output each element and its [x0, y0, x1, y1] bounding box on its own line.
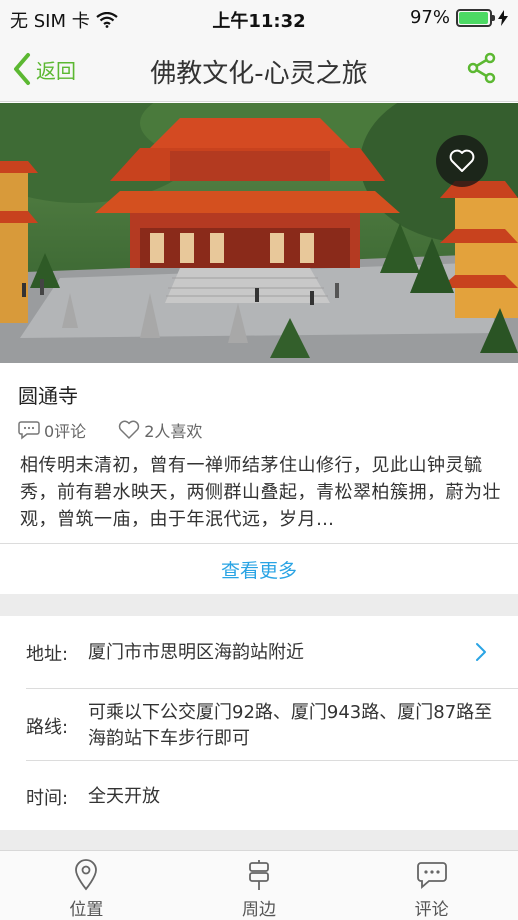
address-value: 厦门市市思明区海韵站附近: [88, 642, 304, 663]
navigation-bar: 返回 佛教文化-心灵之旅: [0, 36, 518, 102]
heart-outline-icon: [119, 420, 140, 439]
comment-icon: [18, 421, 40, 440]
tab-location-label: 位置: [69, 900, 104, 920]
like-count-label: 2人喜欢: [144, 422, 203, 441]
charging-bolt-icon: [498, 9, 508, 26]
hours-label: 时间:: [26, 788, 69, 809]
battery-fill: [459, 11, 489, 24]
chevron-right-icon[interactable]: [474, 641, 488, 663]
address-row[interactable]: 地址: 厦门市市思明区海韵站附近: [26, 640, 496, 666]
tab-nearby-label: 周边: [242, 900, 276, 920]
place-stats: 0评论 2人喜欢: [18, 418, 234, 442]
tab-comments-label: 评论: [414, 900, 449, 920]
share-icon[interactable]: [466, 52, 498, 84]
address-label: 地址:: [26, 644, 69, 665]
place-name: 圆通寺: [18, 384, 78, 408]
tab-location[interactable]: 位置: [0, 851, 173, 920]
temple-photo: [0, 103, 518, 363]
chat-bubble-icon: [416, 862, 447, 889]
place-description: 相传明末清初，曾有一禅师结茅住山修行，见此山钟灵毓秀，前有碧水映天，两侧群山叠起…: [20, 455, 501, 530]
location-pin-icon: [75, 859, 98, 891]
status-bar: 无 SIM 卡 上午11:32 97%: [0, 0, 518, 36]
divider: [26, 760, 518, 761]
route-row: 路线: 可乘以下公交厦门92路、厦门943路、厦门87路至海韵站下车步行即可: [26, 700, 496, 752]
hours-value: 全天开放: [88, 786, 160, 807]
section-gap: [0, 830, 518, 850]
route-label: 路线:: [26, 717, 69, 738]
tab-comments[interactable]: 评论: [345, 851, 518, 920]
heart-icon: [449, 149, 475, 172]
route-value: 可乘以下公交厦门92路、厦门943路、厦门87路至海韵站下车步行即可: [88, 702, 493, 749]
comment-count-label: 0评论: [44, 422, 87, 441]
bottom-tab-bar: 位置 周边 评论: [0, 850, 518, 920]
favorite-button[interactable]: [436, 135, 488, 187]
page-title: 佛教文化-心灵之旅: [150, 59, 368, 89]
tab-nearby[interactable]: 周边: [173, 851, 346, 920]
view-more-button[interactable]: 查看更多: [0, 544, 518, 594]
like-count[interactable]: 2人喜欢: [118, 418, 202, 442]
section-gap: [0, 594, 518, 616]
battery-percent: 97%: [409, 7, 450, 28]
signpost-icon: [249, 860, 269, 890]
battery-status: 97%: [410, 7, 508, 28]
comment-count[interactable]: 0评论: [18, 418, 86, 442]
battery-icon: [456, 8, 495, 27]
hours-row: 时间: 全天开放: [26, 784, 496, 810]
temple-illustration: [0, 103, 518, 363]
divider: [26, 688, 518, 689]
